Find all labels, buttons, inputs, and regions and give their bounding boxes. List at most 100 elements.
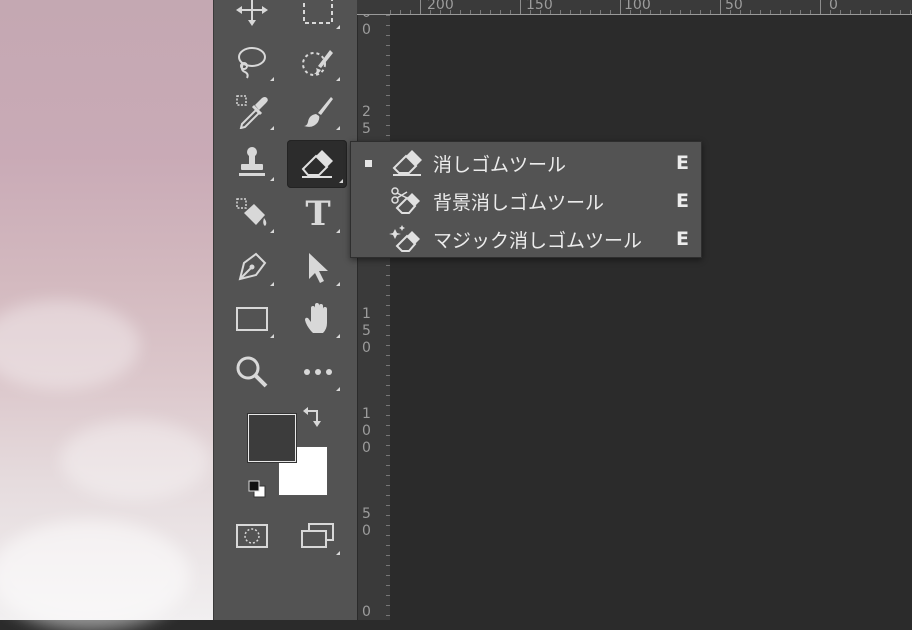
submenu-indicator — [336, 77, 340, 81]
ruler-label: 1 0 0 — [362, 406, 371, 456]
move-tool[interactable] — [228, 0, 276, 32]
submenu-indicator — [270, 334, 274, 338]
ruler-corner — [357, 0, 389, 15]
ruler-tick — [540, 10, 541, 14]
submenu-indicator — [270, 229, 274, 233]
ruler-tick — [830, 10, 831, 14]
ruler-label: 1 5 0 — [362, 306, 371, 356]
ruler-tick — [760, 10, 761, 14]
flyout-item-label: 消しゴムツール — [433, 153, 567, 176]
ruler-label: 100 — [624, 0, 651, 13]
ruler-label: 0 — [362, 604, 371, 620]
hand-tool[interactable] — [294, 297, 342, 341]
ruler-tick — [800, 10, 801, 14]
ruler-tick — [650, 10, 651, 14]
ruler-tick — [730, 10, 731, 14]
ruler-tick — [870, 10, 871, 14]
ruler-tick — [520, 0, 521, 14]
vertical-ruler: 0 0 2 5 1 5 0 1 0 0 5 0 0 — [357, 0, 391, 620]
eyedropper-icon — [236, 95, 268, 129]
screen-mode-button[interactable] — [294, 514, 342, 558]
ruler-tick — [470, 10, 471, 14]
flyout-item-background-eraser[interactable]: 背景消しゴムツール E — [351, 182, 701, 220]
ruler-tick — [410, 10, 411, 14]
submenu-indicator — [336, 551, 340, 555]
flyout-item-eraser[interactable]: 消しゴムツール E — [351, 144, 701, 182]
magic-eraser-icon — [389, 225, 420, 252]
document-canvas[interactable] — [390, 15, 912, 620]
ruler-tick — [580, 10, 581, 14]
paint-bucket-icon — [236, 198, 267, 226]
ruler-tick — [560, 10, 561, 14]
eraser-tools-flyout: 消しゴムツール E 背景消しゴムツール E マジック消しゴムツール E — [350, 141, 702, 258]
swap-colors-button[interactable] — [298, 402, 328, 432]
more-tools-button[interactable] — [294, 350, 342, 394]
ruler-tick — [900, 10, 901, 14]
screen-mode-icon — [301, 523, 334, 548]
eyedropper-tool[interactable] — [228, 89, 276, 133]
horizontal-ruler: 200 150 100 50 0 — [357, 0, 912, 15]
submenu-indicator — [270, 77, 274, 81]
foreground-color-swatch[interactable] — [248, 414, 296, 462]
flyout-item-shortcut: E — [676, 190, 689, 212]
ruler-tick — [690, 10, 691, 14]
zoom-icon — [236, 356, 268, 388]
eraser-icon — [301, 150, 333, 178]
submenu-indicator — [336, 387, 340, 391]
submenu-indicator — [270, 282, 274, 286]
marquee-tool[interactable] — [294, 0, 342, 32]
type-tool[interactable]: T — [294, 192, 342, 236]
ruler-tick — [610, 10, 611, 14]
ruler-tick — [810, 10, 811, 14]
ruler-tick — [570, 10, 571, 14]
eraser-icon — [392, 150, 422, 176]
quick-selection-icon — [302, 50, 333, 76]
pen-tool[interactable] — [228, 245, 276, 289]
ruler-tick — [450, 10, 451, 14]
background-eraser-icon — [391, 187, 420, 214]
zoom-tool[interactable] — [228, 350, 276, 394]
flyout-item-label: マジック消しゴムツール — [433, 229, 643, 252]
ruler-tick — [860, 10, 861, 14]
move-icon — [236, 0, 268, 26]
brush-tool[interactable] — [294, 89, 342, 133]
ruler-tick — [890, 10, 891, 14]
submenu-indicator — [336, 126, 340, 130]
ruler-tick — [630, 10, 631, 14]
ruler-tick — [500, 10, 501, 14]
eraser-tool[interactable] — [287, 140, 347, 188]
ruler-tick — [460, 10, 461, 14]
ruler-tick — [530, 10, 531, 14]
quick-mask-button[interactable] — [228, 514, 276, 558]
flyout-item-magic-eraser[interactable]: マジック消しゴムツール E — [351, 220, 701, 258]
ruler-tick — [400, 10, 401, 14]
submenu-indicator — [336, 25, 340, 29]
lasso-tool[interactable] — [228, 40, 276, 84]
ruler-tick — [910, 10, 911, 14]
ruler-tick — [770, 10, 771, 14]
document-background-photo — [0, 0, 213, 630]
path-selection-tool[interactable] — [294, 245, 342, 289]
submenu-indicator — [270, 126, 274, 130]
quick-mask-icon — [236, 524, 268, 548]
ruler-tick — [440, 10, 441, 14]
submenu-indicator — [336, 334, 340, 338]
rectangle-tool[interactable] — [228, 297, 276, 341]
clone-stamp-tool[interactable] — [228, 140, 276, 184]
ruler-tick — [420, 0, 421, 14]
paint-bucket-tool[interactable] — [228, 192, 276, 236]
ruler-tick — [600, 10, 601, 14]
ruler-tick — [780, 10, 781, 14]
submenu-indicator — [339, 179, 343, 183]
ruler-tick — [620, 0, 621, 14]
ruler-tick — [640, 10, 641, 14]
default-colors-icon — [248, 480, 266, 498]
ruler-tick — [680, 10, 681, 14]
flyout-item-shortcut: E — [676, 228, 689, 250]
quick-selection-tool[interactable] — [294, 40, 342, 84]
type-icon: T — [305, 194, 331, 234]
default-colors-button[interactable] — [244, 476, 270, 502]
rectangular-marquee-icon — [303, 0, 333, 24]
flyout-item-shortcut: E — [676, 152, 689, 174]
ruler-tick — [660, 10, 661, 14]
